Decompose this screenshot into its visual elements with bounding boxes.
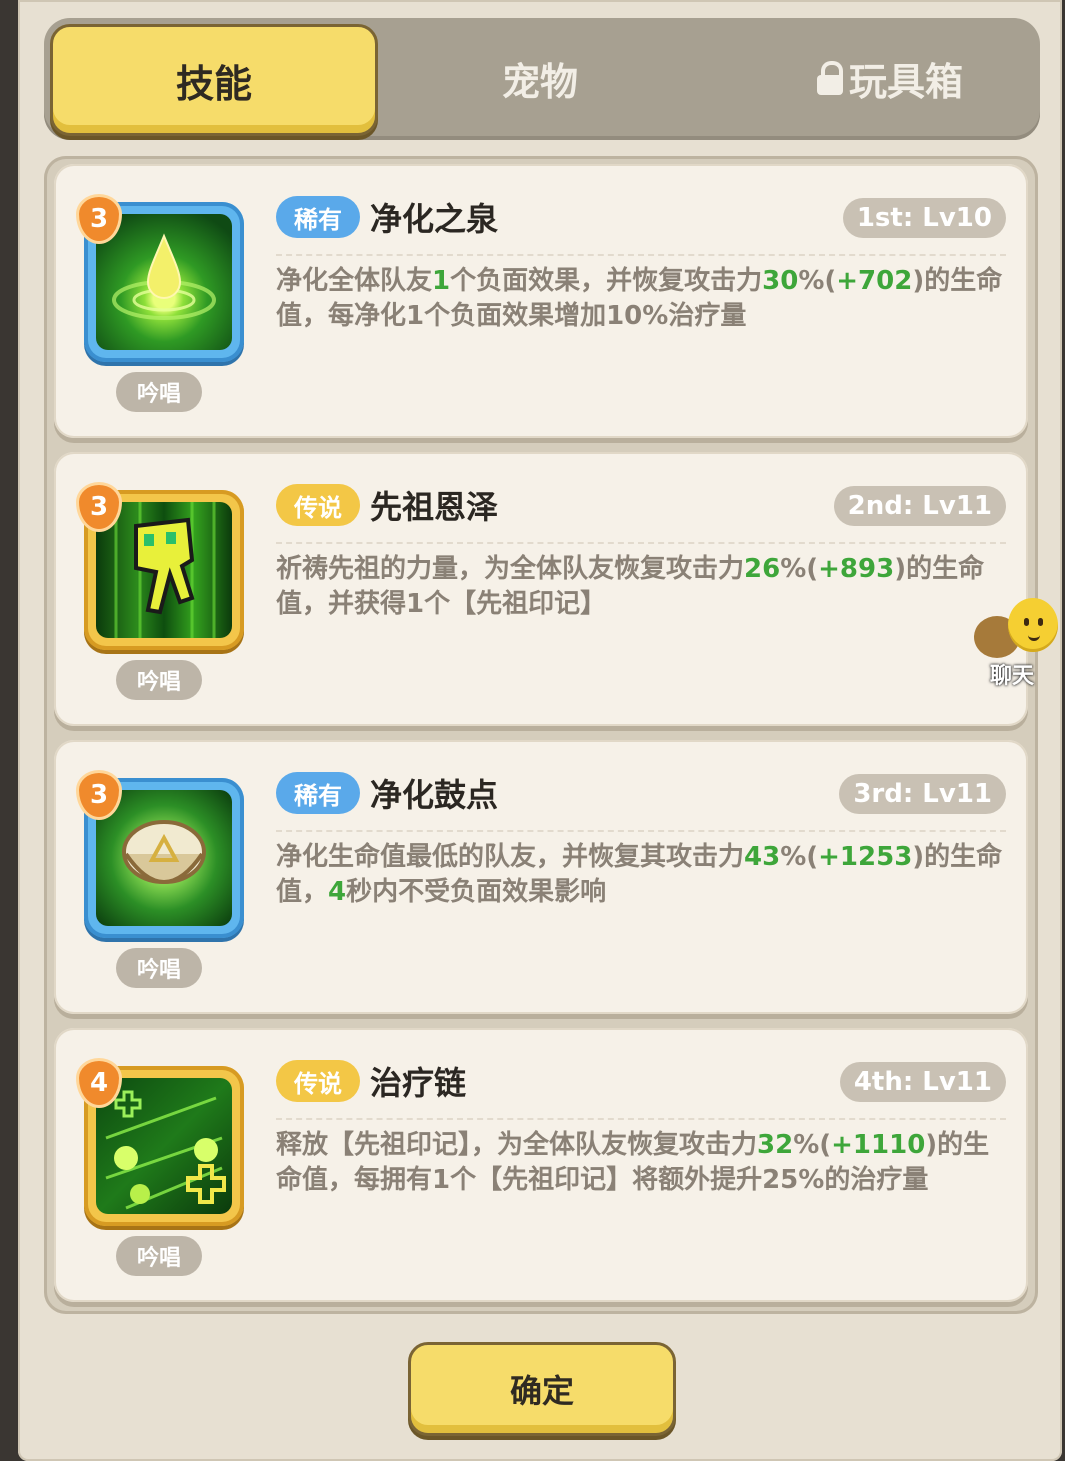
highlight-value: +702 (836, 266, 913, 296)
skill-name: 净化之泉 (370, 200, 499, 238)
description-text: 净化生命值最低的队友，并恢复其攻击力 (276, 842, 745, 872)
rarity-badge: 稀有 (276, 196, 360, 238)
tab-bar: 技能 宠物 玩具箱 (44, 18, 1040, 140)
highlight-value: +893 (818, 554, 895, 584)
confirm-button[interactable]: 确定 (408, 1342, 676, 1436)
cast-type-tag: 吟唱 (116, 948, 202, 988)
skill-list: 3 吟唱 稀有 净化之泉 1st: Lv10 净化全体队友1个负面效果，并恢复攻… (44, 156, 1038, 1314)
skill-card[interactable]: 3 吟唱 稀有 净化鼓点 3rd: Lv11 净化生命值最低的队友，并恢复其攻击… (54, 740, 1028, 1014)
purify-drum-icon (96, 790, 232, 926)
cast-type-tag: 吟唱 (116, 1236, 202, 1276)
healing-chain-icon (96, 1078, 232, 1214)
skill-level: 2nd: Lv11 (833, 486, 1006, 526)
skill-description: 净化生命值最低的队友，并恢复其攻击力43%(+1253)的生命值，4秒内不受负面… (276, 840, 1004, 910)
highlight-value: 30 (762, 266, 799, 296)
rarity-badge: 传说 (276, 1060, 360, 1102)
highlight-value: 26 (744, 554, 781, 584)
skill-description: 净化全体队友1个负面效果，并恢复攻击力30%(+702)的生命值，每净化1个负面… (276, 264, 1004, 334)
highlight-value: 1 (432, 266, 451, 296)
skill-level: 4th: Lv11 (839, 1062, 1006, 1102)
skill-card[interactable]: 3 吟唱 传说 先祖恩泽 2nd: Lv11 祈祷先祖的力量，为全体队友恢复攻击… (54, 452, 1028, 726)
highlight-value: 32 (757, 1130, 794, 1160)
skill-card[interactable]: 3 吟唱 稀有 净化之泉 1st: Lv10 净化全体队友1个负面效果，并恢复攻… (54, 164, 1028, 438)
tab-skills[interactable]: 技能 (50, 24, 378, 136)
description-text: 释放【先祖印记】，为全体队友恢复攻击力 (276, 1130, 758, 1160)
skill-card[interactable]: 4 吟唱 传说 治疗链 4th: Lv11 释放【先祖印记】，为全体队友恢复攻击… (54, 1028, 1028, 1302)
skill-name: 净化鼓点 (370, 776, 499, 814)
description-text: 祈祷先祖的力量，为全体队友恢复攻击力 (276, 554, 745, 584)
skill-description: 祈祷先祖的力量，为全体队友恢复攻击力26%(+893)的生命值，并获得1个【先祖… (276, 552, 1004, 622)
description-text: %( (780, 554, 819, 584)
divider (276, 542, 1006, 544)
description-text: 个负面效果，并恢复攻击力 (450, 266, 763, 296)
highlight-value: +1253 (818, 842, 913, 872)
tab-pets[interactable]: 宠物 (422, 36, 658, 120)
divider (276, 1118, 1006, 1120)
purify-spring-icon (96, 214, 232, 350)
smiley-icon (1008, 598, 1058, 652)
ancestor-blessing-icon (96, 502, 232, 638)
lock-icon (816, 61, 843, 95)
chat-label: 聊天 (990, 664, 1035, 689)
description-text: %( (793, 1130, 832, 1160)
divider (276, 254, 1006, 256)
highlight-value: +1110 (831, 1130, 926, 1160)
description-text: 秒内不受负面效果影响 (346, 877, 607, 907)
rarity-badge: 传说 (276, 484, 360, 526)
chat-button[interactable]: 聊天 (972, 596, 1058, 692)
skill-level: 1st: Lv10 (842, 198, 1006, 238)
highlight-value: 4 (328, 877, 347, 907)
tab-toybox[interactable]: 玩具箱 (760, 36, 1020, 120)
description-text: %( (780, 842, 819, 872)
cast-type-tag: 吟唱 (116, 372, 202, 412)
description-text: 净化全体队友 (276, 266, 433, 296)
skill-name: 先祖恩泽 (370, 488, 499, 526)
divider (276, 830, 1006, 832)
rarity-badge: 稀有 (276, 772, 360, 814)
highlight-value: 43 (744, 842, 781, 872)
skill-description: 释放【先祖印记】，为全体队友恢复攻击力32%(+1110)的生命值，每拥有1个【… (276, 1128, 1004, 1198)
skill-level: 3rd: Lv11 (839, 774, 1006, 814)
cast-type-tag: 吟唱 (116, 660, 202, 700)
skill-name: 治疗链 (370, 1064, 467, 1102)
tab-toybox-label: 玩具箱 (848, 59, 963, 104)
description-text: %( (798, 266, 837, 296)
